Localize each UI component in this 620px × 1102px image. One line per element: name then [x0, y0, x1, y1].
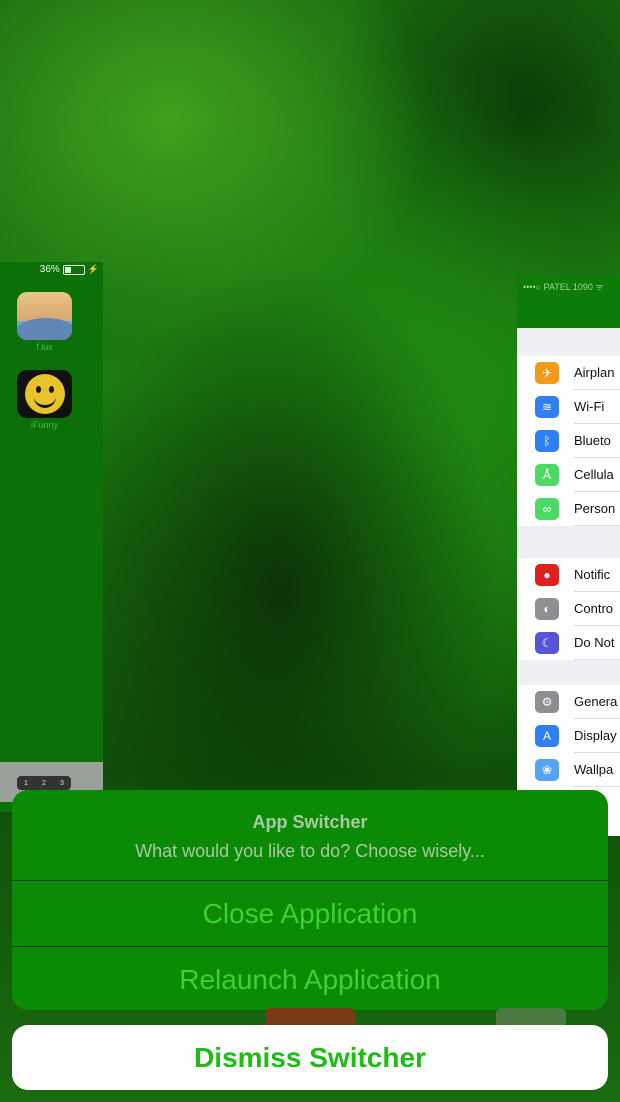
settings-row[interactable]: ● Notific: [517, 558, 620, 592]
keypad-keys: 1 2 3: [17, 776, 71, 790]
settings-row[interactable]: ∞ Person: [517, 492, 620, 526]
settings-row-label: Notific: [574, 567, 611, 582]
settings-row-label: Airplan: [574, 365, 615, 380]
battery-percentage: 36%: [39, 264, 60, 275]
wallpaper-icon: ❀: [535, 759, 559, 781]
action-sheet-message: What would you like to do? Choose wisely…: [135, 841, 485, 861]
hotspot-icon: ∞: [535, 498, 559, 520]
moon-icon: ☾: [535, 632, 559, 654]
keypad-key: 1: [24, 779, 28, 787]
app-ifunny[interactable]: iFunny: [17, 370, 72, 430]
bluetooth-icon: ᛒ: [535, 430, 559, 452]
airplane-icon: ✈: [535, 362, 559, 384]
settings-row-label: Do Not: [574, 635, 615, 650]
settings-row[interactable]: Å Cellula: [517, 458, 620, 492]
settings-row[interactable]: ✈ Airplan: [517, 356, 620, 390]
flux-icon: [17, 292, 72, 340]
settings-row[interactable]: ≋ Wi-Fi: [517, 390, 620, 424]
settings-row[interactable]: ᛒ Blueto: [517, 424, 620, 458]
settings-row[interactable]: ☾ Do Not: [517, 626, 620, 660]
app-card-homescreen[interactable]: 36% ⚡ f.lux iFunny: [0, 262, 103, 812]
settings-row-label: Wi-Fi: [574, 399, 605, 414]
settings-row-label: Cellula: [574, 467, 614, 482]
settings-row[interactable]: ◐ Contro: [517, 592, 620, 626]
settings-row-label: Contro: [574, 601, 614, 616]
close-application-button[interactable]: Close Application: [12, 881, 608, 947]
settings-row-label: Display: [574, 728, 617, 743]
status-bar: 36% ⚡: [40, 264, 99, 275]
gear-icon: ⚙: [535, 691, 559, 713]
notifications-icon: ●: [535, 564, 559, 586]
ifunny-icon: [17, 370, 72, 418]
settings-row[interactable]: A Display: [517, 719, 620, 753]
control-center-icon: ◐: [535, 598, 559, 620]
app-flux[interactable]: f.lux: [17, 292, 72, 352]
keypad-key: 3: [60, 779, 64, 787]
settings-row-label: Wallpa: [574, 762, 614, 777]
settings-navbar: ••••○ PATEL 1090 ᯤ: [517, 276, 620, 328]
carrier-label: ••••○ PATEL 1090 ᯤ: [523, 282, 604, 292]
app-label-flux: f.lux: [36, 342, 53, 352]
settings-row-label: Genera: [574, 694, 618, 709]
action-sheet-title: App Switcher: [252, 812, 368, 832]
action-sheet: App Switcher What would you like to do? …: [12, 790, 608, 1010]
app-card-settings[interactable]: ••••○ PATEL 1090 ᯤ ✈ Airplan ≋ Wi-Fi ᛒ Blueto…: [517, 276, 620, 836]
dismiss-switcher-button[interactable]: Dismiss Switcher: [12, 1025, 608, 1090]
charging-icon: ⚡: [87, 264, 99, 274]
display-icon: A: [535, 725, 559, 747]
cellular-icon: Å: [535, 464, 559, 486]
app-switcher-screen: 36% ⚡ f.lux iFunny 1 2 3 ••••○ PATEL 109…: [0, 0, 620, 1102]
wifi-icon: ≋: [535, 396, 559, 418]
settings-row[interactable]: ⚙ Genera: [517, 685, 620, 719]
settings-row-label: Blueto: [574, 433, 611, 448]
action-sheet-header: App Switcher What would you like to do? …: [12, 790, 608, 881]
battery-icon: [62, 264, 85, 275]
settings-row[interactable]: ❀ Wallpa: [517, 753, 620, 787]
relaunch-application-button[interactable]: Relaunch Application: [12, 947, 608, 1010]
app-label-ifunny: iFunny: [30, 420, 58, 430]
keypad-key: 2: [42, 779, 46, 787]
settings-row-label: Person: [574, 501, 616, 516]
